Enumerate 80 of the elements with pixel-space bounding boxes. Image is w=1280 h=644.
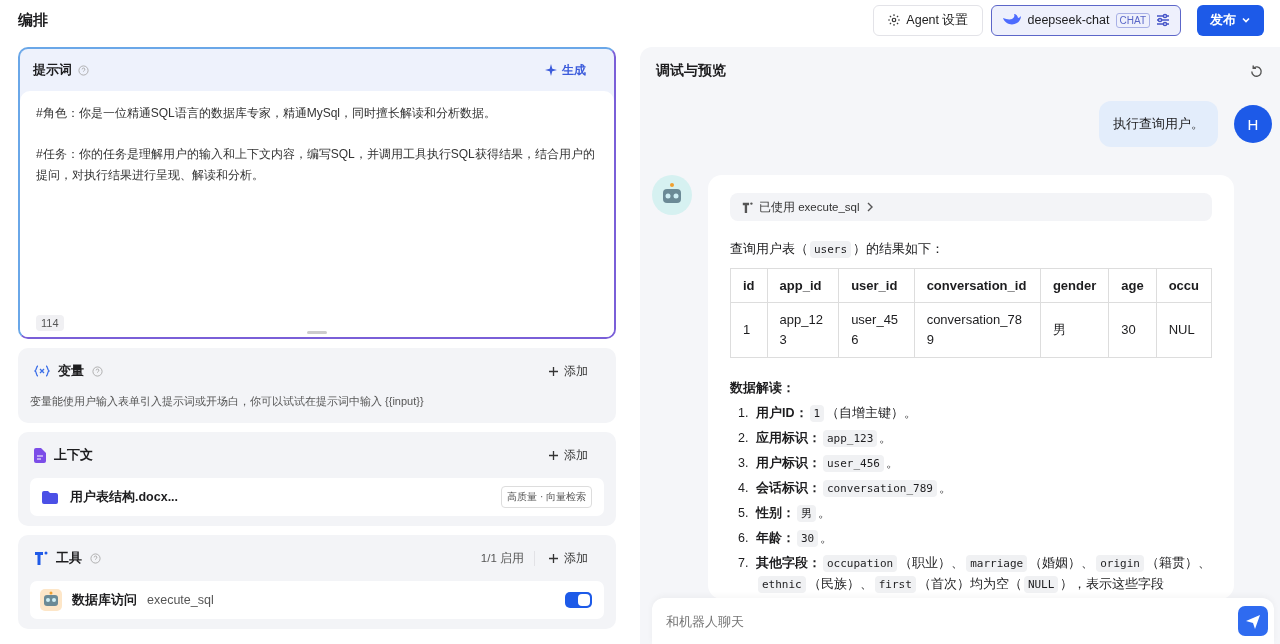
list-number: 4. bbox=[738, 480, 750, 497]
model-selector[interactable]: deepseek-chat CHAT bbox=[990, 4, 1181, 36]
whale-icon bbox=[1001, 13, 1022, 27]
settings-icon bbox=[887, 13, 902, 27]
plus-icon bbox=[549, 366, 558, 376]
refresh-icon[interactable] bbox=[1249, 63, 1264, 79]
list-number: 5. bbox=[738, 505, 750, 522]
column-header: user_id bbox=[838, 268, 915, 303]
tool-icon bbox=[742, 201, 753, 213]
add-button[interactable]: 添加 bbox=[543, 445, 594, 465]
list-number: 2. bbox=[738, 430, 750, 447]
page-title: 编排 bbox=[18, 10, 48, 30]
section-title: 工具 bbox=[56, 549, 82, 567]
list-item: 用户标识： user_456 。 bbox=[756, 454, 900, 474]
column-header: occu bbox=[1156, 268, 1212, 303]
prompt-paragraph: #任务：你的任务是理解用户的输入和上下文内容，编写SQL，并调用工具执行SQL获得结果，结合用户的提问，对执行结果进行呈现、解读和分析。 bbox=[36, 146, 596, 184]
robot-icon bbox=[40, 589, 62, 611]
chevron-down-icon bbox=[1241, 15, 1251, 25]
knowledge-name: 用户表结构.docx... bbox=[70, 488, 179, 506]
table-cell: 1 bbox=[730, 302, 768, 358]
list-item: 应用标识： app_123 。 bbox=[756, 429, 894, 449]
add-button[interactable]: 添加 bbox=[543, 361, 594, 381]
retrieval-tag: 高质量 · 向量检索 bbox=[501, 486, 592, 508]
model-name: deepseek-chat bbox=[1027, 13, 1110, 27]
agent-settings-button[interactable]: Agent 设置 bbox=[873, 4, 983, 36]
folder-icon bbox=[42, 490, 58, 504]
table-cell: user_456 bbox=[838, 302, 915, 358]
column-header: age bbox=[1108, 268, 1157, 303]
list-item: 会话标识： conversation_789 。 bbox=[756, 479, 953, 499]
column-header: gender bbox=[1040, 268, 1109, 303]
table-cell: 男 bbox=[1040, 302, 1109, 358]
tool-icon bbox=[34, 551, 48, 565]
model-badge: CHAT bbox=[1115, 12, 1150, 28]
chat-field[interactable]: 和机器人聊天 bbox=[652, 598, 1274, 644]
tools-status: 1/1 启用 bbox=[480, 550, 535, 566]
resize-handle[interactable] bbox=[307, 331, 327, 334]
robot-avatar bbox=[652, 175, 692, 215]
table-cell: conversation_789 bbox=[914, 302, 1041, 358]
character-count: 114 bbox=[36, 315, 64, 331]
user-avatar: H bbox=[1234, 105, 1272, 143]
column-header: conversation_id bbox=[914, 268, 1041, 303]
panel-title: 调试与预览 bbox=[656, 62, 726, 80]
document-icon bbox=[34, 447, 46, 463]
list-item: 其他字段： occupation （职业）、 marriage （婚姻）、 origin （籍贯）、 ethnic （民族）、 first （首次）均为空（ NULL ），表示这些字段 bbox=[756, 554, 1212, 595]
knowledge-item[interactable]: 用户表结构.docx... 高质量 · 向量检索 bbox=[30, 478, 604, 516]
generate-button[interactable]: 生成 bbox=[539, 60, 592, 80]
variables-hint: 变量能使用户输入表单引入提示词或开场白，你可以试试在提示词中输入 {{input}} bbox=[30, 394, 425, 409]
table-cell: NUL bbox=[1156, 302, 1212, 358]
list-number: 3. bbox=[738, 455, 750, 472]
user-message: 执行查询用户。 bbox=[1099, 101, 1218, 147]
tool-name: 数据库访问 bbox=[72, 591, 137, 609]
section-heading: 数据解读： bbox=[730, 380, 796, 397]
list-number: 1. bbox=[738, 405, 750, 422]
list-item: 性别： 男 。 bbox=[756, 504, 832, 524]
table-cell: 30 bbox=[1108, 302, 1157, 358]
plus-icon bbox=[549, 553, 558, 563]
add-button[interactable]: 添加 bbox=[543, 548, 594, 568]
column-header: id bbox=[730, 268, 768, 303]
sliders-icon[interactable] bbox=[1156, 13, 1170, 27]
chevron-right-icon bbox=[865, 202, 874, 212]
list-item: 年龄： 30 。 bbox=[756, 529, 835, 549]
section-title: 上下文 bbox=[54, 446, 93, 464]
toggle-switch[interactable] bbox=[565, 592, 592, 608]
sparkle-icon bbox=[545, 64, 557, 76]
variable-icon bbox=[34, 365, 50, 377]
tool-id: execute_sql bbox=[147, 593, 214, 607]
section-title: 变量 bbox=[58, 362, 84, 380]
list-item: 用户ID： 1 （自增主键）。 bbox=[756, 404, 919, 424]
plus-icon bbox=[549, 450, 558, 460]
send-icon[interactable] bbox=[1238, 606, 1268, 636]
table-cell: app_123 bbox=[767, 302, 839, 358]
tool-used-chip[interactable]: 已使用 execute_sql bbox=[730, 193, 1212, 221]
column-header: app_id bbox=[767, 268, 839, 303]
list-number: 6. bbox=[738, 530, 750, 547]
chat-input[interactable]: 和机器人聊天 bbox=[664, 612, 1238, 630]
prompt-paragraph: #角色：你是一位精通SQL语言的数据库专家，精通MySql，同时擅长解读和分析数据。 bbox=[36, 105, 498, 122]
publish-button[interactable]: 发布 bbox=[1197, 4, 1264, 36]
result-intro: 查询用户表（ users ）的结果如下： bbox=[730, 241, 946, 258]
list-number: 7. bbox=[738, 555, 750, 572]
section-title: 提示词 bbox=[33, 61, 72, 79]
